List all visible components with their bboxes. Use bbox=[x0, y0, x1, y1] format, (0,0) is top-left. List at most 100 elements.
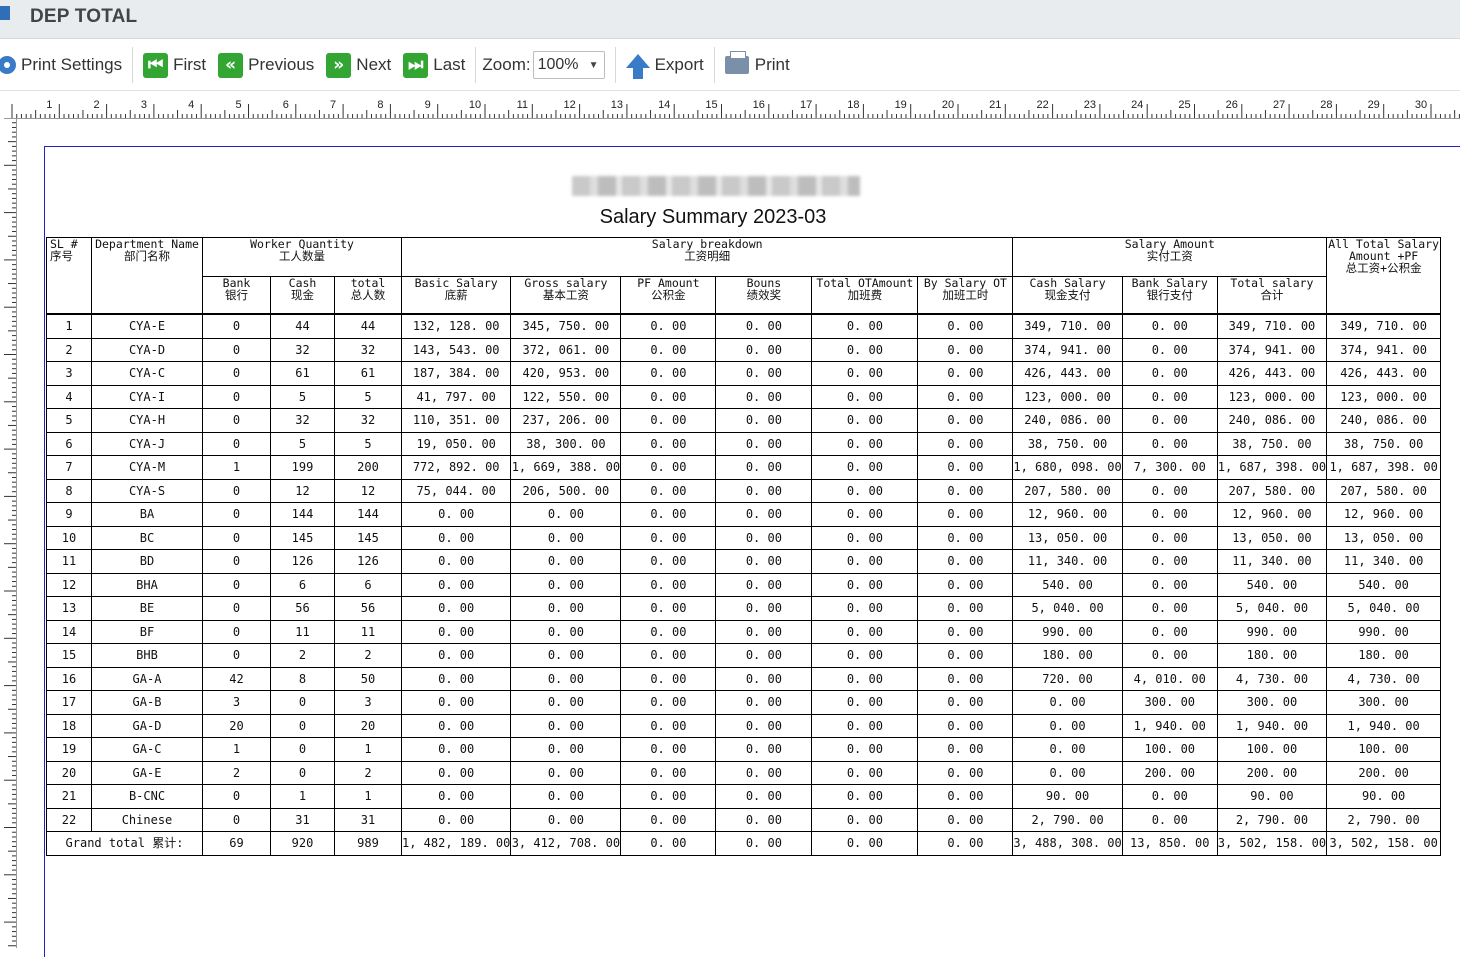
table-cell: 5, 040. 00 bbox=[1326, 596, 1442, 621]
table-cell: 0. 00 bbox=[510, 713, 622, 738]
table-cell: 0 bbox=[202, 431, 271, 456]
table-cell: 0. 00 bbox=[400, 760, 512, 785]
table-cell: 20 bbox=[202, 713, 271, 738]
table-cell: 0. 00 bbox=[620, 384, 717, 409]
ruler-label: 25 bbox=[1178, 99, 1190, 111]
table-cell: 0. 00 bbox=[620, 455, 717, 480]
table-cell: 32 bbox=[334, 408, 402, 433]
table-row: 18 GA-D 20 0 20 0. 00 0. 00 0. 00 0. 00 0. 00 0. 0… bbox=[46, 713, 1442, 738]
table-cell: 32 bbox=[270, 408, 335, 433]
table-cell: 0. 00 bbox=[715, 337, 813, 362]
table-cell: 5, 040. 00 bbox=[1012, 596, 1123, 621]
table-cell: 540. 00 bbox=[1326, 572, 1442, 597]
table-cell: 0. 00 bbox=[811, 478, 919, 503]
table-cell: 123, 000. 00 bbox=[1216, 384, 1328, 409]
table-cell: 11, 340. 00 bbox=[1012, 549, 1123, 574]
table-cell: 180. 00 bbox=[1216, 643, 1328, 668]
table-cell: 13 bbox=[46, 596, 92, 621]
table-cell: 2 bbox=[202, 760, 271, 785]
table-cell: 2 bbox=[334, 760, 402, 785]
export-icon bbox=[625, 54, 650, 79]
table-cell: 0. 00 bbox=[811, 313, 919, 339]
table-row: 1 CYA-E 0 44 44 132, 128. 00 345, 750. 00 0. 00… bbox=[46, 313, 1442, 339]
table-row: 15 BHB 0 2 2 0. 00 0. 00 0. 00 0. 00 0. 00 0. 00 18… bbox=[46, 643, 1442, 668]
table-cell: 38, 750. 00 bbox=[1012, 431, 1123, 456]
table-cell: 0. 00 bbox=[510, 807, 622, 832]
table-cell: 38, 300. 00 bbox=[510, 431, 622, 456]
table-cell: 0. 00 bbox=[811, 643, 919, 668]
table-cell: 1 bbox=[46, 313, 92, 339]
table-cell: 0. 00 bbox=[400, 643, 512, 668]
table-cell: 0. 00 bbox=[917, 572, 1014, 597]
table-cell: 206, 500. 00 bbox=[510, 478, 622, 503]
table-cell: 0. 00 bbox=[811, 502, 919, 527]
table-cell: 100. 00 bbox=[1121, 737, 1218, 762]
col-header-by-salary-ot: By Salary OT 加班工时 bbox=[917, 276, 1014, 315]
table-cell: 0. 00 bbox=[917, 337, 1014, 362]
table-cell: 44 bbox=[334, 313, 402, 339]
ruler-label: 1 bbox=[46, 99, 52, 111]
next-page-button[interactable]: » Next bbox=[320, 48, 397, 82]
table-cell: 0. 00 bbox=[400, 572, 512, 597]
ruler-label: 15 bbox=[705, 99, 717, 111]
table-cell: 7, 300. 00 bbox=[1121, 455, 1218, 480]
table-cell: 0. 00 bbox=[715, 502, 813, 527]
ruler-label: 29 bbox=[1368, 99, 1380, 111]
zoom-select[interactable]: 100% ▼ bbox=[532, 51, 605, 79]
print-settings-button[interactable]: Print Settings bbox=[0, 48, 128, 82]
next-page-icon: » bbox=[326, 52, 352, 78]
table-cell: 374, 941. 00 bbox=[1012, 337, 1123, 362]
table-cell: 990. 00 bbox=[1216, 619, 1328, 644]
grand-total-cell: 13, 850. 00 bbox=[1121, 831, 1218, 856]
table-cell: 300. 00 bbox=[1216, 690, 1328, 715]
last-page-button[interactable]: ⏭ Last bbox=[397, 48, 471, 82]
table-cell: 5 bbox=[270, 431, 335, 456]
previous-page-button[interactable]: « Previous bbox=[212, 48, 320, 82]
table-cell: 0. 00 bbox=[917, 643, 1014, 668]
table-cell: 0. 00 bbox=[1121, 337, 1218, 362]
table-cell: 0 bbox=[202, 525, 271, 550]
horizontal-ruler-scale: 1 2 3 4 5 6 7 8 9 10 11 12 13 14 15 16 17 18 19 20 21 22 23 24 2… bbox=[11, 99, 1460, 118]
table-cell: 0 bbox=[270, 690, 335, 715]
table-cell: 18 bbox=[46, 713, 92, 738]
table-cell: 0. 00 bbox=[1121, 502, 1218, 527]
col-header-total-ot: Total OTAmount 加班费 bbox=[811, 276, 919, 315]
previous-label: Previous bbox=[248, 55, 315, 74]
table-cell: 237, 206. 00 bbox=[510, 408, 622, 433]
table-cell: 0. 00 bbox=[811, 760, 919, 785]
ruler-label: 4 bbox=[188, 99, 194, 111]
export-button[interactable]: Export bbox=[620, 48, 710, 82]
table-cell: 0. 00 bbox=[811, 713, 919, 738]
table-cell: 17 bbox=[46, 690, 92, 715]
table-cell: BF bbox=[91, 619, 203, 644]
table-cell: 0. 00 bbox=[917, 478, 1014, 503]
table-cell: 990. 00 bbox=[1326, 619, 1442, 644]
first-page-button[interactable]: ⏮ First bbox=[137, 48, 212, 82]
table-cell: 200. 00 bbox=[1216, 760, 1328, 785]
table-cell: 0. 00 bbox=[620, 431, 717, 456]
table-cell: CYA-S bbox=[91, 478, 203, 503]
table-cell: 11 bbox=[270, 619, 335, 644]
table-cell: 0. 00 bbox=[917, 455, 1014, 480]
col-header-sl: SL # 序号 bbox=[46, 237, 92, 315]
table-cell: 1 bbox=[202, 737, 271, 762]
table-cell: 0. 00 bbox=[510, 502, 622, 527]
table-cell: 2 bbox=[334, 643, 402, 668]
table-cell: 345, 750. 00 bbox=[510, 313, 622, 339]
app-icon bbox=[0, 6, 10, 20]
table-cell: 3 bbox=[46, 361, 92, 386]
table-cell: 0. 00 bbox=[1012, 713, 1123, 738]
window-titlebar: DEP TOTAL bbox=[0, 0, 1460, 39]
table-cell: 123, 000. 00 bbox=[1326, 384, 1442, 409]
table-cell: 180. 00 bbox=[1012, 643, 1123, 668]
grand-total-label: Grand total 累计: bbox=[46, 831, 203, 856]
table-cell: 187, 384. 00 bbox=[400, 361, 512, 386]
grand-total-cell: 69 bbox=[202, 831, 271, 856]
table-cell: 56 bbox=[334, 596, 402, 621]
print-button[interactable]: Print bbox=[719, 48, 796, 82]
table-cell: 0. 00 bbox=[1121, 525, 1218, 550]
ruler-label: 22 bbox=[1036, 99, 1048, 111]
table-cell: 0. 00 bbox=[510, 690, 622, 715]
table-cell: 0. 00 bbox=[510, 619, 622, 644]
table-cell: 0. 00 bbox=[917, 596, 1014, 621]
